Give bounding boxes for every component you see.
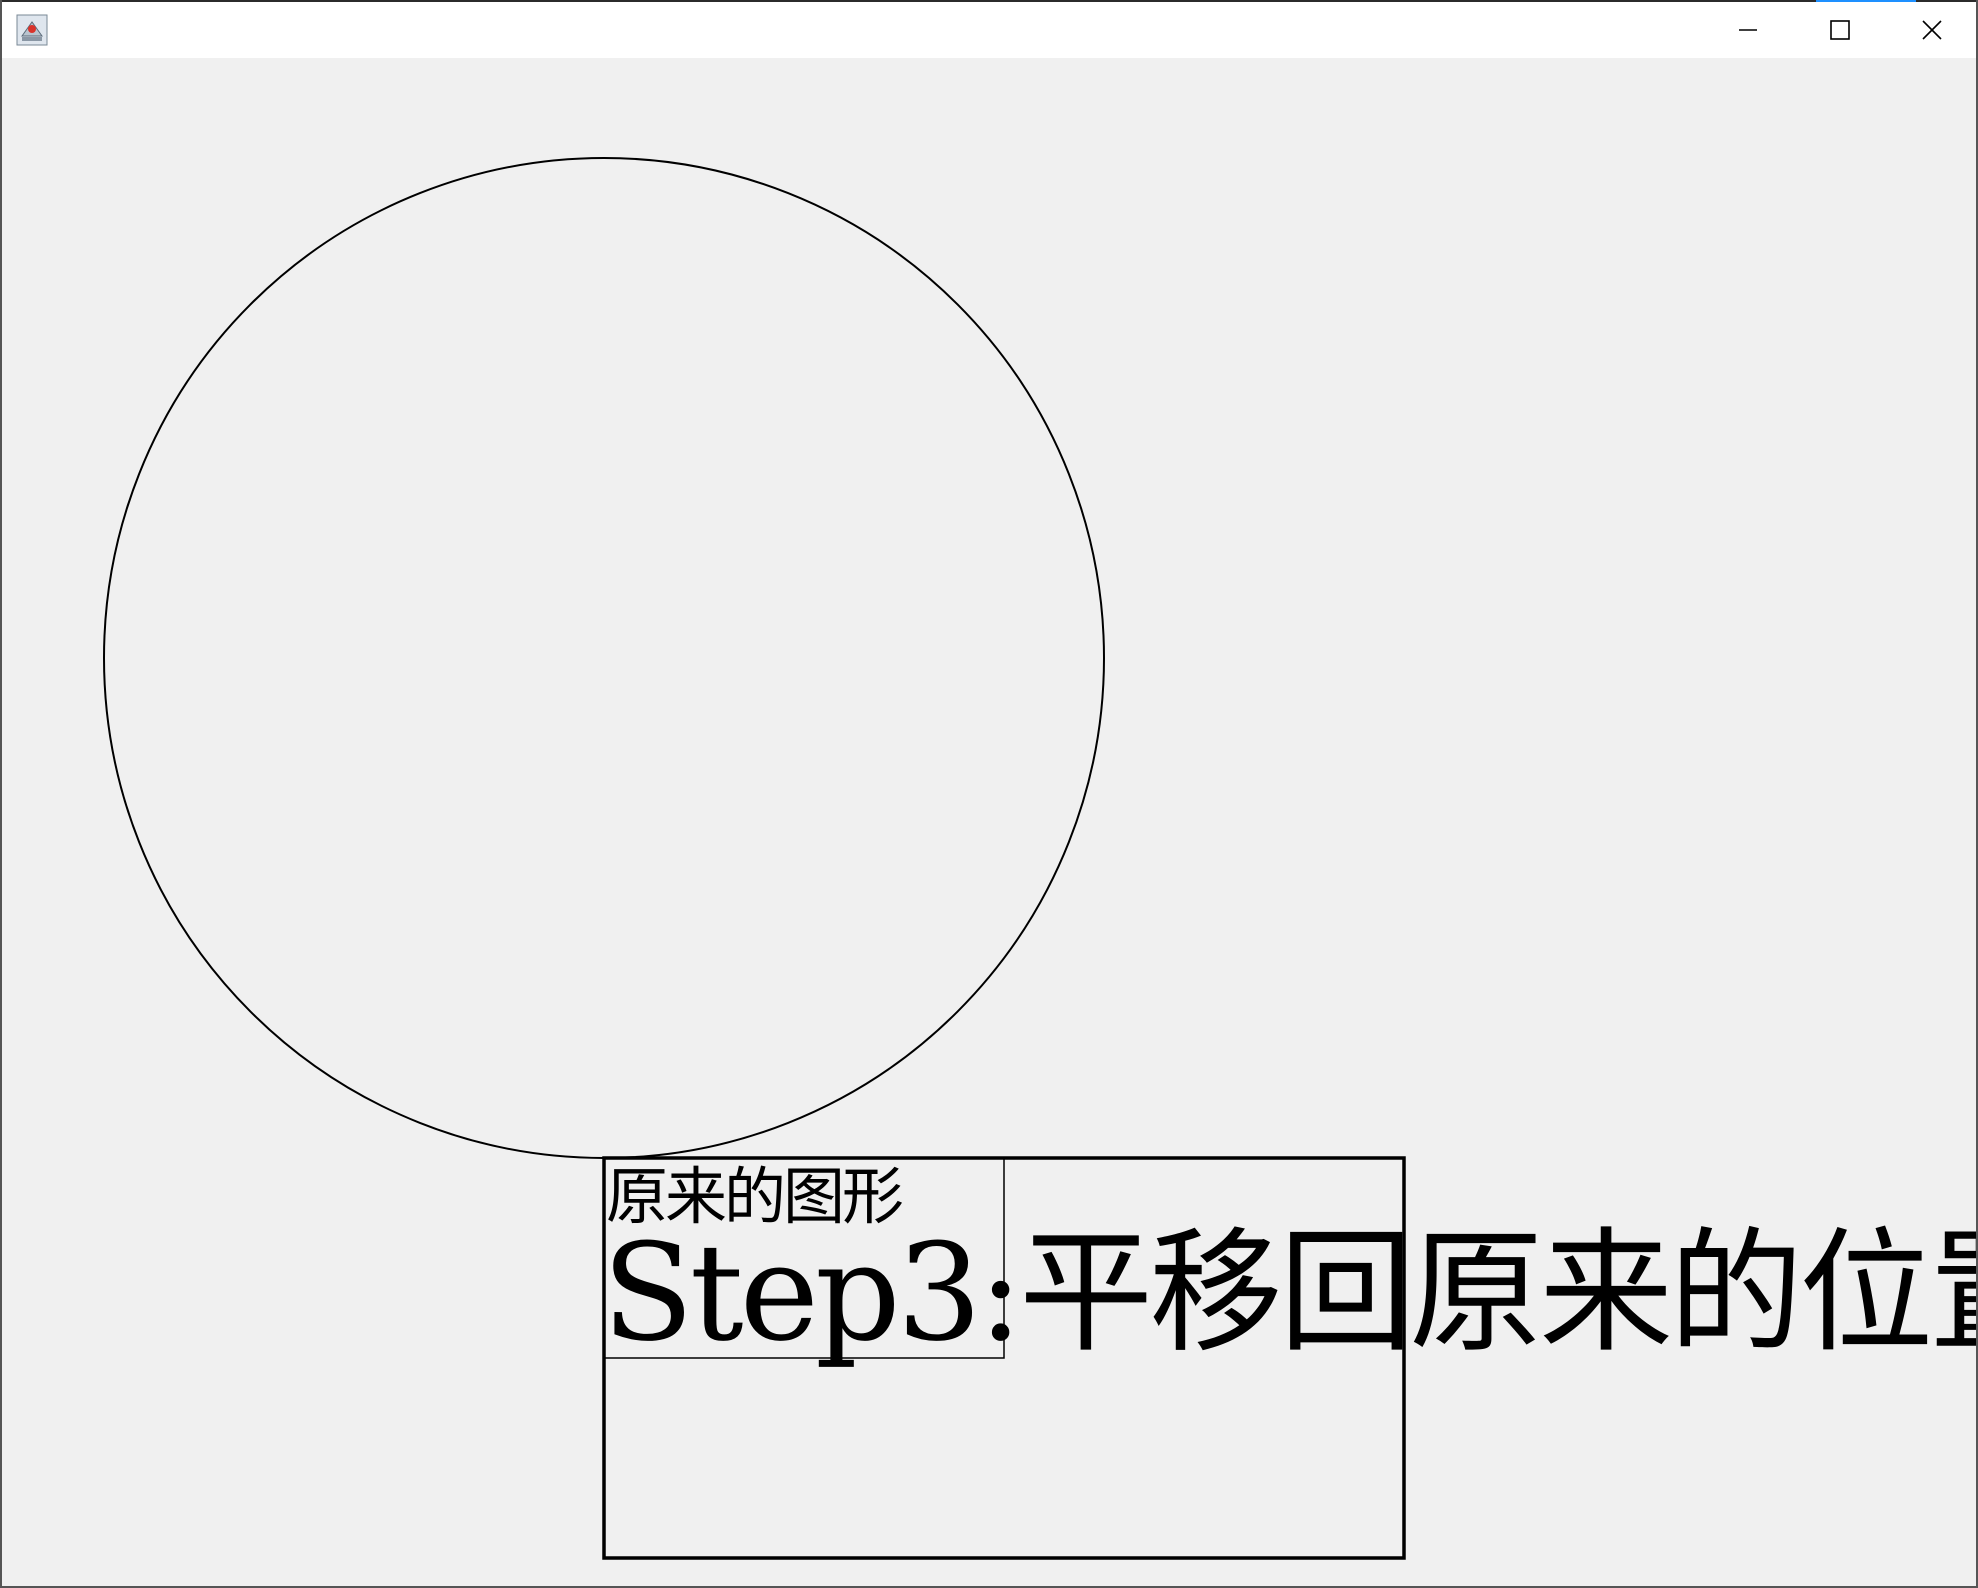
java-app-icon[interactable] <box>16 14 48 46</box>
drawing-canvas: 原来的图形 Step3:平移回原来的位置 <box>2 58 1978 1586</box>
step-label: Step3:平移回原来的位置 <box>602 1215 1978 1371</box>
minimize-button[interactable] <box>1702 2 1794 58</box>
maximize-icon <box>1830 20 1850 40</box>
app-window: 原来的图形 Step3:平移回原来的位置 <box>0 0 1978 1588</box>
maximize-button[interactable] <box>1794 2 1886 58</box>
close-icon <box>1922 20 1942 40</box>
circle-shape <box>103 157 1105 1159</box>
minimize-icon <box>1739 29 1757 31</box>
close-button[interactable] <box>1886 2 1976 58</box>
title-bar[interactable] <box>2 0 1976 58</box>
